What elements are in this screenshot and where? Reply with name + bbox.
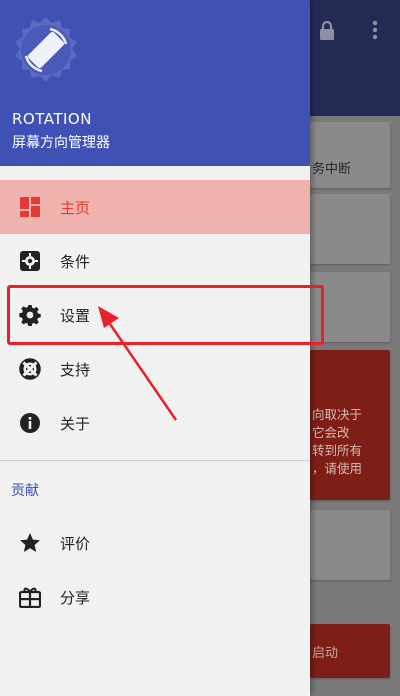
menu-item-rate[interactable]: 评价 [0,516,310,570]
menu-item-label: 评价 [60,535,91,553]
app-name: ROTATION [12,110,92,128]
annotation-highlight-box [7,285,324,345]
menu-item-home[interactable]: 主页 [0,180,310,234]
menu-divider [0,460,310,461]
menu-item-share[interactable]: 分享 [0,570,310,624]
lifebuoy-icon [19,358,41,380]
menu-item-label: 支持 [60,361,91,379]
background-warning-text: 向取决于 它会改 转到所有 ，请使用 [312,407,363,476]
background-card [310,510,390,580]
background-card [310,194,390,264]
background-action-text: 启动 [312,646,339,661]
background-card-text: 务中断 [312,162,352,177]
navigation-drawer: ROTATION 屏幕方向管理器 主页 条件 设置 支持 关于 贡献 评价 分享 [0,0,310,696]
more-options-icon[interactable] [369,18,381,42]
star-icon [20,533,40,552]
menu-item-support[interactable]: 支持 [0,342,310,396]
share-gift-icon [19,587,41,608]
dashboard-icon [20,197,40,217]
app-subtitle: 屏幕方向管理器 [12,135,110,151]
menu-item-about[interactable]: 关于 [0,396,310,450]
menu-item-conditions[interactable]: 条件 [0,234,310,288]
drawer-header: ROTATION 屏幕方向管理器 [0,0,310,166]
lock-icon[interactable] [318,20,336,42]
menu-item-label: 关于 [60,415,91,433]
background-card [310,122,390,188]
menu-item-label: 分享 [60,589,91,607]
section-title-contribute: 贡献 [11,483,39,499]
menu-item-label: 主页 [60,199,91,217]
app-logo-icon [15,17,77,82]
info-icon [20,413,40,433]
conditions-icon [20,251,40,271]
menu-item-label: 条件 [60,253,91,271]
